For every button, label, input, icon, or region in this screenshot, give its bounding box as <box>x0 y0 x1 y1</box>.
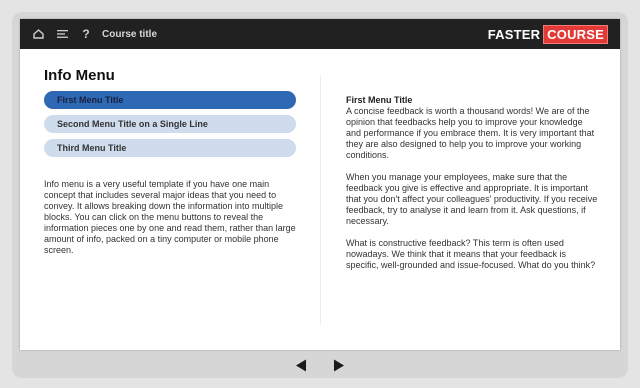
menu-button-3[interactable]: Third Menu Title <box>44 139 296 157</box>
top-bar: ? Course title FASTER COURSE <box>20 19 620 49</box>
help-icon[interactable]: ? <box>74 19 98 49</box>
logo-faster: FASTER <box>487 26 541 42</box>
content-paragraph-3: What is constructive feedback? This term… <box>346 238 596 270</box>
page-title: Info Menu <box>44 67 115 84</box>
logo-course: COURSE <box>543 24 608 44</box>
right-panel: First Menu Title A concise feedback is w… <box>346 95 598 282</box>
course-window: ? Course title FASTER COURSE Info Menu F… <box>20 19 620 350</box>
content-paragraph-1: A concise feedback is worth a thousand w… <box>346 106 595 160</box>
prev-arrow-icon[interactable] <box>294 358 308 372</box>
home-icon[interactable] <box>26 19 50 49</box>
menu-button-1[interactable]: First Menu Title <box>44 91 296 109</box>
content-paragraph-2: When you manage your employees, make sur… <box>346 172 598 226</box>
left-panel: Info Menu First Menu Title Second Menu T… <box>44 67 296 256</box>
menu-icon[interactable] <box>50 19 74 49</box>
menu-button-2[interactable]: Second Menu Title on a Single Line <box>44 115 296 133</box>
column-divider <box>320 75 321 325</box>
content-heading: First Menu Title <box>346 95 413 105</box>
next-arrow-icon[interactable] <box>332 358 346 372</box>
course-title: Course title <box>102 28 158 40</box>
brand-logo: FASTER COURSE <box>487 24 608 44</box>
navigation-bar <box>0 355 640 375</box>
intro-text: Info menu is a very useful template if y… <box>44 179 296 255</box>
